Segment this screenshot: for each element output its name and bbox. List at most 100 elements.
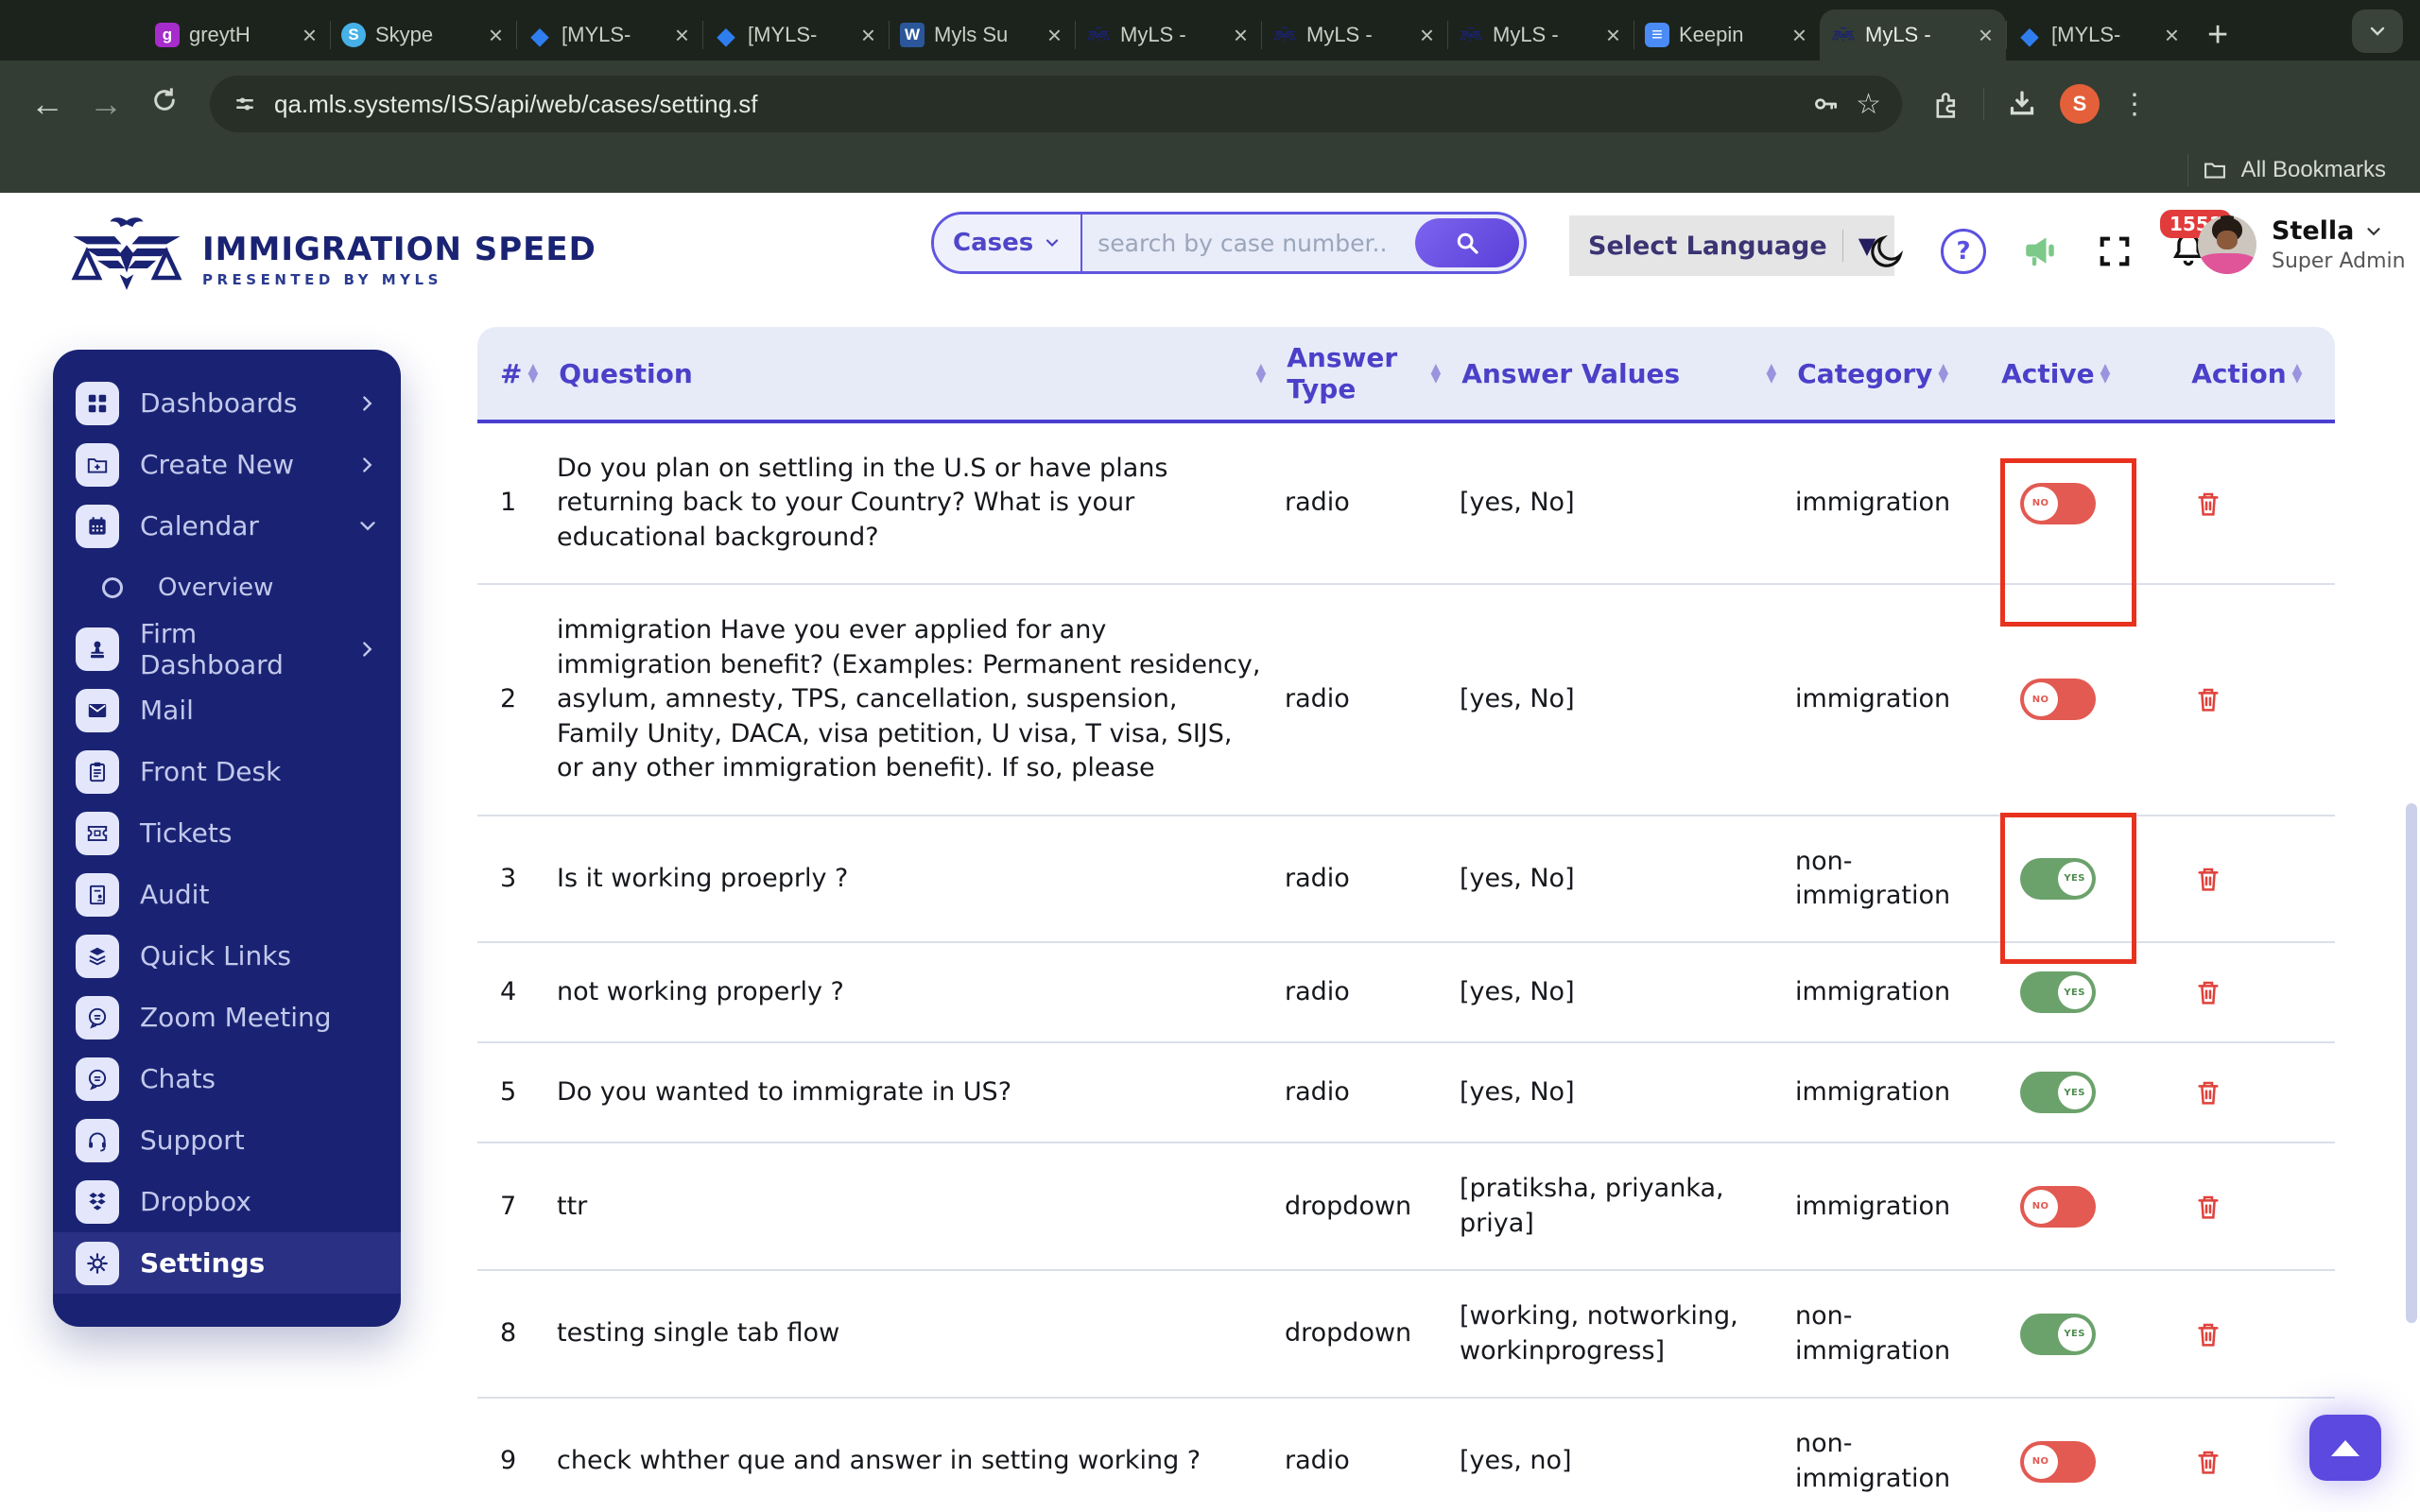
browser-tab[interactable]: ≡ Keepin × (1634, 9, 1820, 60)
browser-tab[interactable]: ◆ [MYLS- × (2006, 9, 2192, 60)
delete-button[interactable] (2193, 1192, 2223, 1222)
sidebar-item-firm-dashboard[interactable]: Firm Dashboard (53, 618, 401, 679)
tab-close-icon[interactable]: × (2163, 23, 2181, 47)
sidebar-item-calendar[interactable]: Calendar (53, 495, 401, 557)
download-icon[interactable] (2005, 87, 2039, 121)
sort-arrows-icon[interactable]: ▲▼ (2100, 364, 2111, 383)
delete-button[interactable] (2193, 1077, 2223, 1108)
forward-button[interactable]: → (83, 84, 129, 124)
active-toggle[interactable]: YES (2020, 1072, 2096, 1113)
cell-answer-values: [yes, No] (1460, 1075, 1795, 1109)
column-header-answer-type[interactable]: Answer Type▲▼ (1287, 342, 1461, 404)
reload-button[interactable] (142, 84, 187, 124)
browser-tab[interactable]: MyLS - × (1261, 9, 1447, 60)
sort-arrows-icon[interactable]: ▲▼ (2292, 364, 2303, 383)
sort-arrows-icon[interactable]: ▲▼ (1255, 364, 1266, 383)
sidebar-item-support[interactable]: Support (53, 1109, 401, 1171)
extensions-puzzle-icon[interactable] (1930, 88, 1962, 120)
sidebar-item-dashboards[interactable]: Dashboards (53, 372, 401, 434)
tab-close-icon[interactable]: × (1977, 23, 1995, 47)
sidebar-item-chats[interactable]: Chats (53, 1048, 401, 1109)
select-language-dropdown[interactable]: Select Language ▼ (1569, 215, 1894, 276)
tab-close-icon[interactable]: × (673, 23, 691, 47)
tab-close-icon[interactable]: × (859, 23, 877, 47)
sort-arrows-icon[interactable]: ▲▼ (1430, 364, 1441, 383)
browser-tab[interactable]: W Myls Su × (889, 9, 1075, 60)
search-scope-select[interactable]: Cases (934, 215, 1082, 271)
active-toggle[interactable]: NO (2020, 679, 2096, 720)
delete-button[interactable] (2193, 489, 2223, 519)
browser-tab[interactable]: g greytH × (144, 9, 330, 60)
sidebar-item-tickets[interactable]: Tickets (53, 802, 401, 864)
tab-close-icon[interactable]: × (1790, 23, 1808, 47)
dark-mode-moon-icon[interactable] (1867, 232, 1907, 271)
back-button[interactable]: ← (25, 84, 70, 124)
column-header--[interactable]: #▲▼ (500, 358, 559, 389)
sidebar-item-audit[interactable]: Audit (53, 864, 401, 925)
sort-arrows-icon[interactable]: ▲▼ (527, 364, 538, 383)
tab-close-icon[interactable]: × (1604, 23, 1622, 47)
sidebar-item-dropbox[interactable]: Dropbox (53, 1171, 401, 1232)
sidebar-item-icon (76, 689, 119, 732)
browser-tab[interactable]: MyLS - × (1447, 9, 1634, 60)
browser-tab[interactable]: MyLS - × (1075, 9, 1261, 60)
delete-button[interactable] (2193, 1319, 2223, 1349)
bookmark-star-icon[interactable]: ☆ (1856, 88, 1881, 121)
fullscreen-icon[interactable] (2096, 232, 2134, 270)
tab-close-icon[interactable]: × (1046, 23, 1063, 47)
active-toggle[interactable]: NO (2020, 1186, 2096, 1228)
sidebar-item-create-new[interactable]: Create New (53, 434, 401, 495)
sidebar-item-icon (76, 1242, 119, 1285)
help-icon[interactable]: ? (1941, 229, 1986, 274)
column-header-category[interactable]: Category▲▼ (1797, 358, 1969, 389)
user-profile[interactable]: Stella Super Admin (2198, 215, 2406, 274)
column-header-action[interactable]: Action▲▼ (2163, 358, 2323, 389)
search-button[interactable] (1415, 218, 1519, 267)
all-bookmarks-label[interactable]: All Bookmarks (2241, 157, 2386, 183)
reload-icon (149, 85, 180, 115)
column-header-question[interactable]: Question▲▼ (559, 358, 1287, 389)
chevron-down-icon[interactable] (2363, 221, 2384, 242)
tab-close-icon[interactable]: × (1232, 23, 1250, 47)
browser-tab[interactable]: MyLS - × (1820, 9, 2006, 60)
sidebar-item-settings[interactable]: Settings (53, 1232, 401, 1294)
delete-button[interactable] (2193, 1447, 2223, 1477)
sidebar-item-zoom-meeting[interactable]: Zoom Meeting (53, 987, 401, 1048)
sidebar-item-quick-links[interactable]: Quick Links (53, 925, 401, 987)
cell-question: immigration Have you ever applied for an… (557, 613, 1285, 785)
address-bar[interactable]: qa.mls.systems/ISS/api/web/cases/setting… (210, 76, 1902, 132)
column-header-active[interactable]: Active▲▼ (1969, 358, 2163, 389)
delete-button[interactable] (2193, 864, 2223, 894)
browser-tab[interactable]: S Skype × (330, 9, 516, 60)
new-tab-button[interactable]: + (2207, 17, 2228, 53)
site-info-icon[interactable] (231, 90, 259, 118)
sidebar-item-mail[interactable]: Mail (53, 679, 401, 741)
browser-menu-icon[interactable]: ⋮ (2120, 88, 2149, 121)
tab-close-icon[interactable]: × (301, 23, 319, 47)
column-header-answer-values[interactable]: Answer Values▲▼ (1461, 358, 1797, 389)
tab-search-button[interactable] (2352, 9, 2403, 53)
password-key-icon[interactable] (1810, 89, 1841, 119)
active-toggle[interactable]: YES (2020, 1314, 2096, 1355)
sidebar-item-front-desk[interactable]: Front Desk (53, 741, 401, 802)
page-scrollbar-thumb[interactable] (2406, 803, 2417, 1323)
url-text[interactable]: qa.mls.systems/ISS/api/web/cases/setting… (274, 90, 1795, 119)
sidebar-item-label: Firm Dashboard (140, 618, 337, 680)
browser-tab[interactable]: ◆ [MYLS- × (516, 9, 702, 60)
tab-close-icon[interactable]: × (487, 23, 505, 47)
sidebar-item-overview[interactable]: Overview (53, 557, 401, 618)
browser-tab[interactable]: ◆ [MYLS- × (702, 9, 889, 60)
case-search-input[interactable] (1082, 230, 1415, 257)
active-toggle[interactable]: NO (2020, 1441, 2096, 1483)
announcements-megaphone-icon[interactable] (2020, 231, 2062, 272)
delete-button[interactable] (2193, 977, 2223, 1007)
scroll-to-top-button[interactable] (2309, 1415, 2381, 1481)
browser-profile-avatar[interactable]: S (2060, 84, 2100, 124)
sort-arrows-icon[interactable]: ▲▼ (1766, 364, 1776, 383)
screenshot-root: g greytH × S Skype × ◆ [MYLS- × ◆ [MYLS-… (0, 0, 2420, 1512)
active-toggle[interactable]: YES (2020, 971, 2096, 1013)
tab-close-icon[interactable]: × (1418, 23, 1436, 47)
delete-button[interactable] (2193, 684, 2223, 714)
tabs-holder: g greytH × S Skype × ◆ [MYLS- × ◆ [MYLS-… (144, 9, 2192, 60)
sort-arrows-icon[interactable]: ▲▼ (1938, 364, 1948, 383)
